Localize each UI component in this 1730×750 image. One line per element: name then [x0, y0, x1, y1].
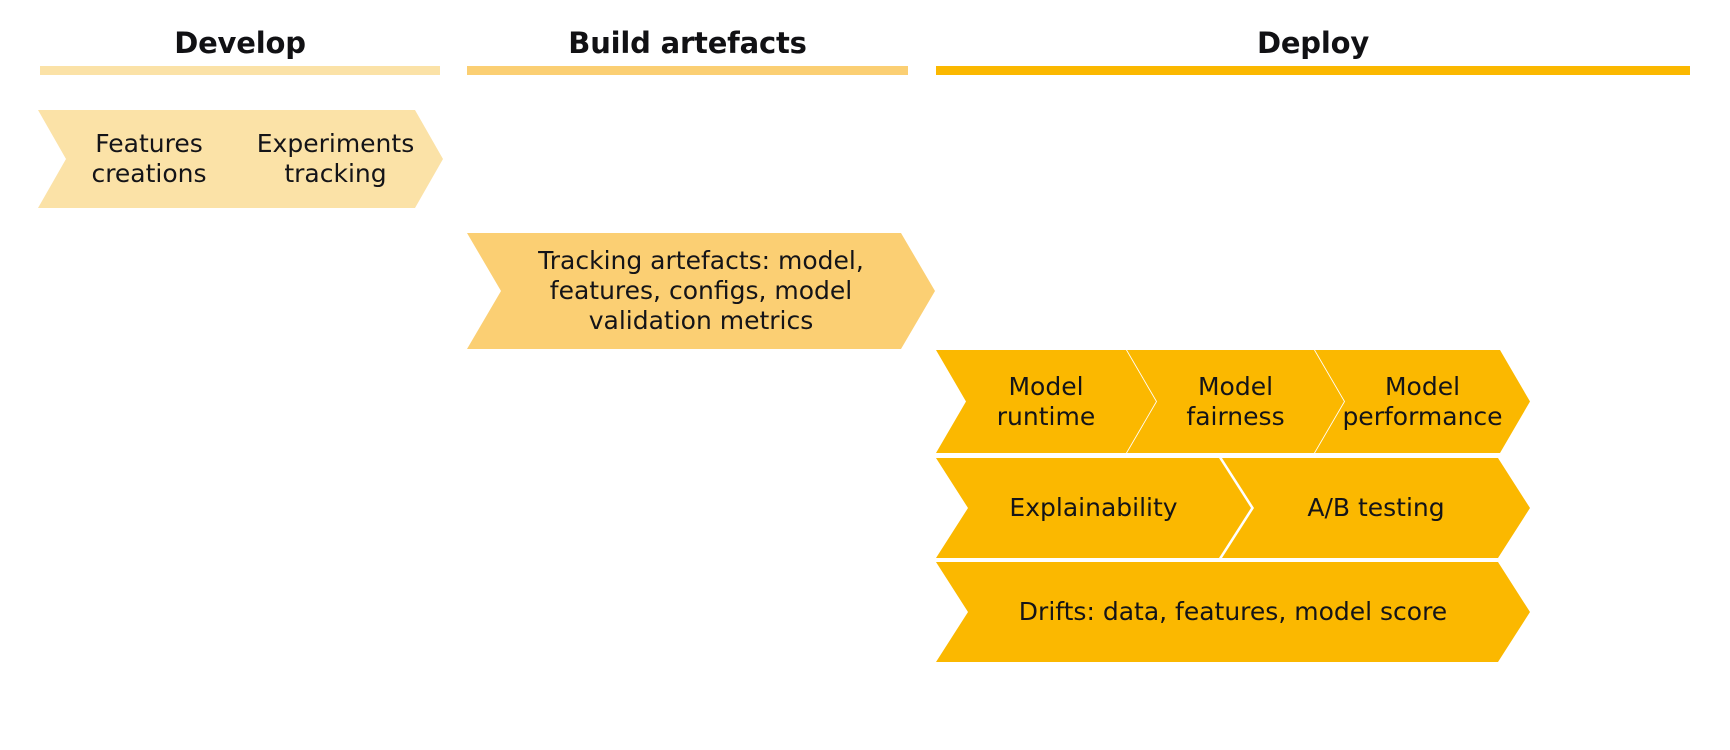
- chevron-label: Explainability: [1009, 493, 1178, 522]
- chevron-ab-testing: A/B testing: [1222, 458, 1530, 558]
- column-title-develop: Develop: [174, 26, 306, 60]
- diagram-canvas: Develop Build artefacts Deploy Features …: [0, 0, 1730, 750]
- column-header-build-artefacts: Build artefacts: [467, 26, 908, 60]
- chevron-label: Tracking artefacts: model, features, con…: [538, 246, 864, 335]
- chevron-label: Model performance: [1342, 371, 1503, 431]
- column-title-deploy: Deploy: [1256, 26, 1370, 60]
- chevron-label: A/B testing: [1307, 493, 1445, 522]
- chevron-features-creations: Features creations: [38, 110, 260, 208]
- column-rule-develop: [40, 66, 440, 75]
- chevron-model-fairness: Model fairness: [1127, 350, 1344, 453]
- chevron-experiments-tracking: Experiments tracking: [228, 110, 443, 208]
- chevron-label: Experiments tracking: [256, 129, 415, 188]
- column-title-build-artefacts: Build artefacts: [568, 26, 807, 60]
- column-header-deploy: Deploy: [936, 26, 1690, 60]
- chevron-label: Model runtime: [996, 371, 1096, 431]
- chevron-label: Drifts: data, features, model score: [1018, 597, 1448, 626]
- chevron-tracking-artefacts: Tracking artefacts: model, features, con…: [467, 233, 935, 349]
- chevron-model-performance: Model performance: [1315, 350, 1530, 453]
- chevron-model-runtime: Model runtime: [936, 350, 1156, 453]
- chevron-explainability: Explainability: [936, 458, 1251, 558]
- column-rule-build-artefacts: [467, 66, 908, 75]
- column-rule-deploy: [936, 66, 1690, 75]
- column-header-develop: Develop: [40, 26, 440, 60]
- chevron-drifts: Drifts: data, features, model score: [936, 562, 1530, 662]
- chevron-label: Model fairness: [1186, 371, 1285, 431]
- chevron-label: Features creations: [91, 129, 207, 188]
